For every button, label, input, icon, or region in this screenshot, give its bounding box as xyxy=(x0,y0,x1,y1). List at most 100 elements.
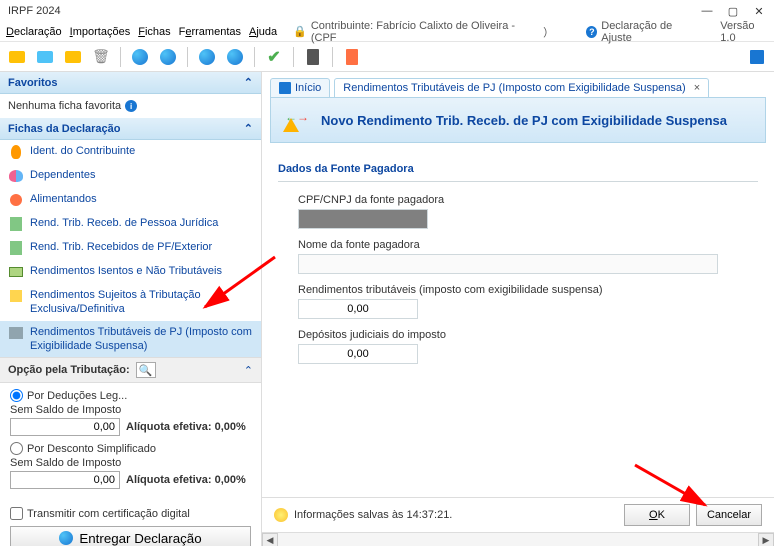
tb-doc[interactable] xyxy=(341,46,363,68)
tb-calc[interactable] xyxy=(302,46,324,68)
people-icon xyxy=(9,170,23,182)
ficha-exigibilidade[interactable]: Rendimentos Tributáveis de PJ (Imposto c… xyxy=(0,321,261,358)
menu-ferramentas[interactable]: Ferramentas xyxy=(179,26,241,38)
tb-globe1[interactable] xyxy=(129,46,151,68)
no-favorites: Nenhuma ficha favorita i xyxy=(8,100,253,112)
scale-icon xyxy=(9,327,23,339)
home-icon xyxy=(279,82,291,94)
ficha-isentos[interactable]: Rendimentos Isentos e Não Tributáveis xyxy=(0,260,261,284)
sem-saldo-label-1: Sem Saldo de Imposto xyxy=(10,404,251,416)
minimize-icon[interactable]: — xyxy=(700,4,714,18)
help-icon: ? xyxy=(586,26,597,38)
menu-ajuda[interactable]: Ajuda xyxy=(249,26,277,38)
tb-trash[interactable]: 🗑 xyxy=(90,46,112,68)
contribuinte-info: 🔒 Contribuinte: Fabrício Calixto de Oliv… xyxy=(293,20,554,44)
bank-icon xyxy=(10,290,22,302)
ok-button[interactable]: OK xyxy=(624,504,690,526)
separator xyxy=(254,47,255,67)
toolbar: 🗑 ✔ xyxy=(0,42,774,72)
menu-importacoes[interactable]: Importações xyxy=(70,26,131,38)
form-header-icon: ←→ xyxy=(283,108,311,132)
aliquota-1: Alíquota efetiva: 0,00% xyxy=(126,421,246,433)
tb-new[interactable] xyxy=(6,46,28,68)
ficha-rend-pf[interactable]: Rend. Trib. Recebidos de PF/Exterior xyxy=(0,236,261,260)
sem-saldo-label-2: Sem Saldo de Imposto xyxy=(10,457,251,469)
collapse-icon[interactable]: ⌃ xyxy=(244,76,253,89)
tb-globe4[interactable] xyxy=(224,46,246,68)
ficha-exclusiva[interactable]: Rendimentos Sujeitos à Tributação Exclus… xyxy=(0,284,261,321)
scrollbar[interactable]: ◀ ▶ xyxy=(262,532,774,546)
radio-deducoes[interactable]: Por Deduções Leg... xyxy=(10,389,251,402)
form-footer: Informações salvas às 14:37:21. OK Cance… xyxy=(262,497,774,532)
tributacao-header: Opção pela Tributação: 🔍 ⌃ xyxy=(0,357,261,383)
radio-simplificado[interactable]: Por Desconto Simplificado xyxy=(10,442,251,455)
content: Início Rendimentos Tributáveis de PJ (Im… xyxy=(262,72,774,546)
tb-save[interactable] xyxy=(746,46,768,68)
sidebar: Favoritos ⌃ Nenhuma ficha favorita i Fic… xyxy=(0,72,262,546)
label-cpf-cnpj: CPF/CNPJ da fonte pagadora xyxy=(298,194,758,206)
maximize-icon[interactable]: ▢ xyxy=(726,4,740,18)
section-title: Dados da Fonte Pagadora xyxy=(278,163,758,175)
tb-open2[interactable] xyxy=(62,46,84,68)
close-icon[interactable]: ✕ xyxy=(752,4,766,18)
building-icon xyxy=(10,217,22,231)
search-icon[interactable]: 🔍 xyxy=(136,362,156,378)
lock-icon: 🔒 xyxy=(293,25,307,38)
tab-current[interactable]: Rendimentos Tributáveis de PJ (Imposto c… xyxy=(334,78,709,97)
app-title: IRPF 2024 xyxy=(8,5,61,17)
save-status: Informações salvas às 14:37:21. xyxy=(274,508,452,522)
tb-open[interactable] xyxy=(34,46,56,68)
building-icon xyxy=(10,241,22,255)
input-cpf-cnpj[interactable] xyxy=(298,209,428,229)
form-title: Novo Rendimento Trib. Receb. de PJ com E… xyxy=(321,113,727,128)
menu-fichas[interactable]: Fichas xyxy=(138,26,170,38)
separator xyxy=(332,47,333,67)
fichas-header[interactable]: Fichas da Declaração ⌃ xyxy=(0,118,261,140)
menubar: Declaração Importações Fichas Ferramenta… xyxy=(0,22,774,42)
ficha-alimentandos[interactable]: Alimentandos xyxy=(0,188,261,212)
scroll-left-icon[interactable]: ◀ xyxy=(262,533,278,546)
ficha-list: Ident. do Contribuinte Dependentes Alime… xyxy=(0,140,261,357)
simplificado-value[interactable] xyxy=(10,471,120,489)
collapse-icon[interactable]: ⌃ xyxy=(244,364,253,377)
form-body: Dados da Fonte Pagadora CPF/CNPJ da font… xyxy=(262,143,774,497)
ficha-ident[interactable]: Ident. do Contribuinte xyxy=(0,140,261,164)
food-icon xyxy=(10,194,22,206)
menu-declaracao[interactable]: Declaração xyxy=(6,26,62,38)
aliquota-2: Alíquota efetiva: 0,00% xyxy=(126,474,246,486)
version-info: Versão 1.0 xyxy=(720,20,768,44)
tab-home[interactable]: Início xyxy=(270,78,330,97)
form-header: ←→ Novo Rendimento Trib. Receb. de PJ co… xyxy=(270,97,766,143)
money-icon xyxy=(9,267,23,277)
label-rendimentos: Rendimentos tributáveis (imposto com exi… xyxy=(298,284,758,296)
person-icon xyxy=(11,145,21,159)
tb-globe3[interactable] xyxy=(196,46,218,68)
close-tab-icon[interactable]: × xyxy=(694,82,700,94)
label-depositos: Depósitos judiciais do imposto xyxy=(298,329,758,341)
divider xyxy=(278,181,758,182)
disk-icon xyxy=(274,508,288,522)
label-nome-fonte: Nome da fonte pagadora xyxy=(298,239,758,251)
info-icon[interactable]: i xyxy=(125,100,137,112)
transmitir-checkbox[interactable]: Transmitir com certificação digital xyxy=(10,507,251,520)
input-nome-fonte[interactable] xyxy=(298,254,718,274)
deducoes-value[interactable] xyxy=(10,418,120,436)
input-depositos[interactable] xyxy=(298,344,418,364)
declaracao-info: ? Declaração de Ajuste xyxy=(586,20,695,44)
tb-globe2[interactable] xyxy=(157,46,179,68)
cancel-button[interactable]: Cancelar xyxy=(696,504,762,526)
ficha-rend-pj[interactable]: Rend. Trib. Receb. de Pessoa Jurídica xyxy=(0,212,261,236)
globe-icon xyxy=(59,531,73,545)
scroll-right-icon[interactable]: ▶ xyxy=(758,533,774,546)
favorites-header[interactable]: Favoritos ⌃ xyxy=(0,72,261,94)
tb-check[interactable]: ✔ xyxy=(263,46,285,68)
scroll-track[interactable] xyxy=(278,533,758,546)
separator xyxy=(120,47,121,67)
separator xyxy=(293,47,294,67)
entregar-button[interactable]: Entregar Declaração xyxy=(10,526,251,546)
tabs: Início Rendimentos Tributáveis de PJ (Im… xyxy=(262,72,774,97)
collapse-icon[interactable]: ⌃ xyxy=(244,122,253,135)
separator xyxy=(187,47,188,67)
input-rendimentos[interactable] xyxy=(298,299,418,319)
ficha-dependentes[interactable]: Dependentes xyxy=(0,164,261,188)
